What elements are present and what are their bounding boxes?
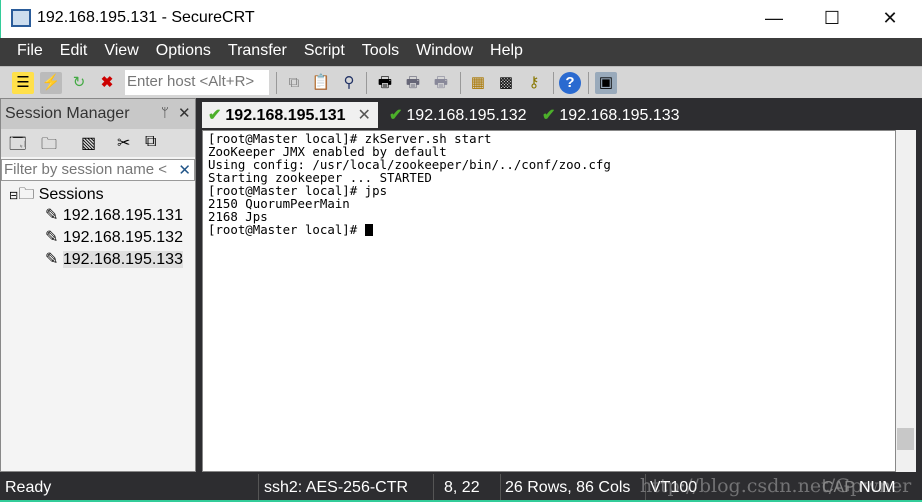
tree-root-label: Sessions <box>38 186 104 203</box>
status-cursor-position: 8, 22 <box>444 479 480 496</box>
tab-session-133[interactable]: ✔ 192.168.195.133 <box>536 102 686 128</box>
toolbar: ☰ ⚡ ↻ ✖ Enter host <Alt+R> ⧉ 📋 ⚲ 🖶 🖶 🖶 ▦… <box>0 66 922 98</box>
close-button[interactable]: ✕ <box>867 0 913 36</box>
pin-icon[interactable]: ᛘ <box>161 105 169 120</box>
status-cipher: ssh2: AES-256-CTR <box>264 479 409 496</box>
status-num-lock: NUM <box>859 479 896 496</box>
separator <box>553 72 554 94</box>
panel-close-icon[interactable]: ✕ <box>178 104 191 122</box>
print-icon[interactable]: 🖶 <box>374 72 396 94</box>
filter-placeholder: Filter by session name < <box>4 161 167 178</box>
copy-icon[interactable]: ⧉ <box>283 72 305 94</box>
tab-label: 192.168.195.133 <box>559 107 680 124</box>
tab-label: 192.168.195.132 <box>406 107 527 124</box>
menu-options[interactable]: Options <box>147 38 219 66</box>
print-setup-icon[interactable]: 🖶 <box>430 72 452 94</box>
paste-icon[interactable]: 📋 <box>310 72 332 94</box>
status-ready: Ready <box>5 479 52 496</box>
session-options-icon[interactable]: ▦ <box>467 72 489 94</box>
print-selection-icon[interactable]: 🖶 <box>402 72 424 94</box>
copy-session-icon[interactable]: ⧉ <box>145 133 156 151</box>
tab-session-132[interactable]: ✔ 192.168.195.132 <box>383 102 533 128</box>
session-label: 192.168.195.131 <box>62 207 183 224</box>
vertical-scrollbar[interactable] <box>896 130 916 472</box>
tab-session-131[interactable]: ✔ 192.168.195.131 ✕ <box>202 102 378 128</box>
reconnect-icon[interactable]: ↻ <box>68 72 90 94</box>
status-caps-lock: CAP <box>822 479 855 496</box>
sftp-icon[interactable]: ▣ <box>595 72 617 94</box>
connected-check-icon: ✔ <box>208 107 222 124</box>
securecrt-app-icon <box>11 9 31 27</box>
new-session-icon[interactable]: ▧ <box>81 133 96 153</box>
session-item[interactable]: ✎ 192.168.195.132 <box>45 227 183 247</box>
session-manager-header: Session Manager ᛘ ✕ <box>1 99 195 129</box>
connected-check-icon: ✔ <box>542 107 556 124</box>
menu-help[interactable]: Help <box>481 38 531 66</box>
session-icon: ✎ <box>45 207 59 224</box>
quick-connect-icon[interactable]: ⚡ <box>40 72 62 94</box>
menu-window[interactable]: Window <box>407 38 481 66</box>
cut-icon[interactable]: ✂ <box>117 133 130 153</box>
separator <box>588 72 589 94</box>
session-label: 192.168.195.132 <box>62 229 183 246</box>
menu-bar: File Edit View Options Transfer Script T… <box>0 38 922 66</box>
connected-check-icon: ✔ <box>389 107 403 124</box>
tab-label: 192.168.195.131 <box>225 107 346 124</box>
connect-icon[interactable]: 🗔 <box>9 133 26 160</box>
menu-transfer[interactable]: Transfer <box>219 38 295 66</box>
terminal[interactable]: [root@Master local]# zkServer.sh start Zo… <box>202 130 896 472</box>
connect-bar-icon[interactable]: ☰ <box>12 72 34 94</box>
tab-close-icon[interactable]: ✕ <box>358 107 371 124</box>
session-manager-title: Session Manager <box>5 105 130 122</box>
window-title: 192.168.195.131 - SecureCRT <box>37 9 255 26</box>
scrollbar-thumb[interactable] <box>897 428 914 450</box>
terminal-line: 2150 QuorumPeerMain <box>208 196 350 211</box>
session-item[interactable]: ✎ 192.168.195.133 <box>45 249 183 269</box>
disconnect-icon[interactable]: ✖ <box>96 72 118 94</box>
collapse-icon[interactable]: ⊟ <box>9 190 18 202</box>
status-terminal-size: 26 Rows, 86 Cols <box>505 479 631 496</box>
menu-file[interactable]: File <box>8 38 51 66</box>
folder-icon: 🗀 <box>18 186 35 203</box>
session-item[interactable]: ✎ 192.168.195.131 <box>45 205 183 225</box>
tab-bar: ✔ 192.168.195.131 ✕ ✔ 192.168.195.132 ✔ 192.… <box>197 98 922 130</box>
session-icon: ✎ <box>45 251 59 268</box>
minimize-button[interactable]: — <box>751 0 797 36</box>
find-icon[interactable]: ⚲ <box>338 72 360 94</box>
session-label: 192.168.195.133 <box>62 251 183 268</box>
filter-input[interactable]: Filter by session name < ✕ <box>1 159 195 181</box>
maximize-button[interactable]: ☐ <box>809 0 855 36</box>
session-manager-toolbar: 🗔 🗀 ▧ ✂ ⧉ <box>1 129 195 157</box>
menu-view[interactable]: View <box>95 38 146 66</box>
filter-clear-icon[interactable]: ✕ <box>178 161 191 179</box>
separator <box>276 72 277 94</box>
title-bar: 192.168.195.131 - SecureCRT — ☐ ✕ <box>0 0 922 38</box>
terminal-prompt: [root@Master local]# <box>208 222 365 237</box>
separator <box>366 72 367 94</box>
global-options-icon[interactable]: ▩ <box>495 72 517 94</box>
menu-tools[interactable]: Tools <box>353 38 407 66</box>
keymap-icon[interactable]: ⚷ <box>523 72 545 94</box>
new-folder-icon[interactable]: 🗀 <box>41 133 57 160</box>
host-input[interactable]: Enter host <Alt+R> <box>125 70 269 95</box>
cursor <box>364 224 373 236</box>
status-bar: Ready ssh2: AES-256-CTR 8, 22 26 Rows, 8… <box>0 472 922 502</box>
session-manager-panel: Session Manager ᛘ ✕ 🗔 🗀 ▧ ✂ ⧉ Filter by … <box>0 98 196 472</box>
menu-edit[interactable]: Edit <box>51 38 96 66</box>
session-icon: ✎ <box>45 229 59 246</box>
menu-script[interactable]: Script <box>295 38 353 66</box>
separator <box>460 72 461 94</box>
help-icon[interactable]: ? <box>559 72 581 94</box>
